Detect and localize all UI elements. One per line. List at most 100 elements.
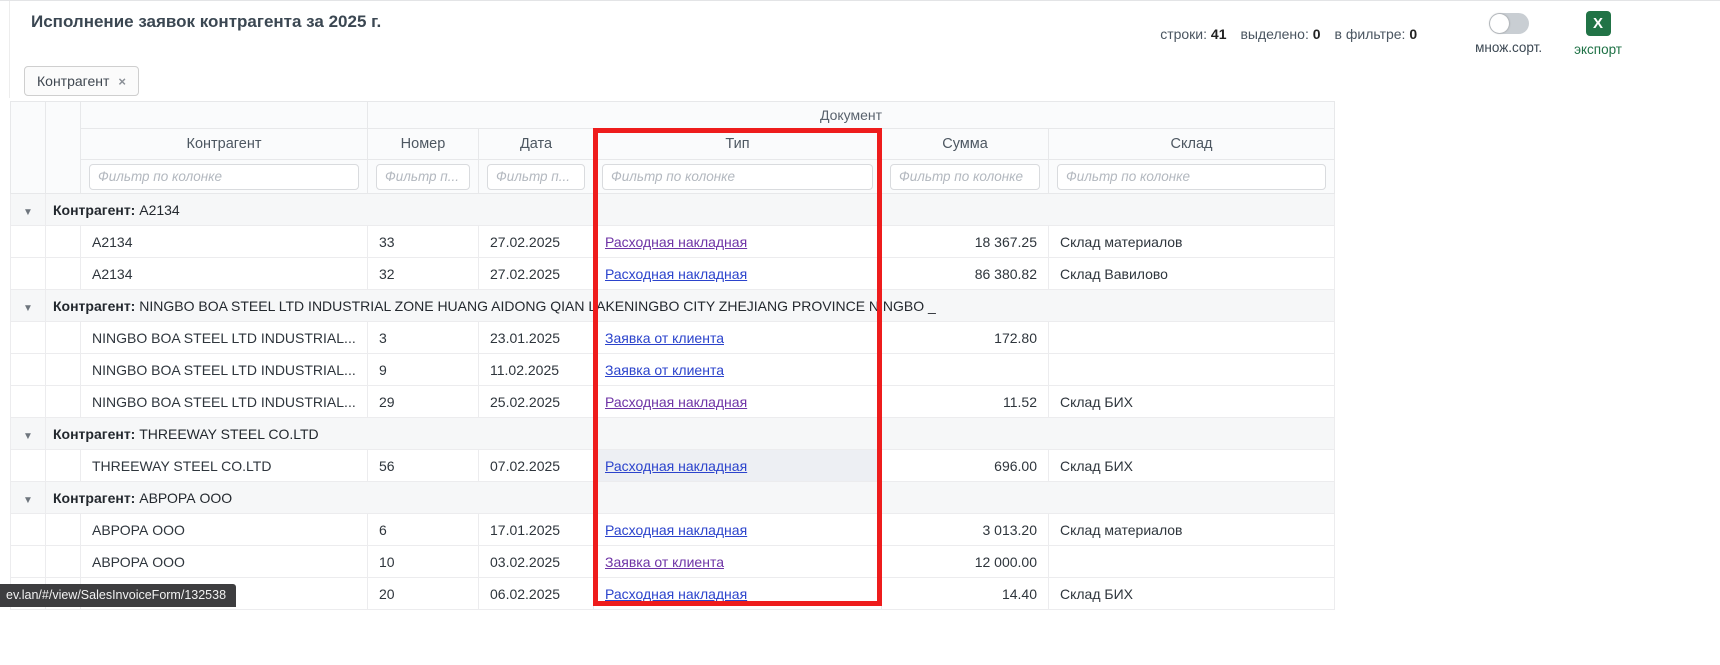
expander-cell [11, 354, 46, 386]
number-cell: 29 [368, 386, 479, 418]
export-control[interactable]: X экспорт [1574, 9, 1622, 57]
amount-cell: 172.80 [882, 322, 1049, 354]
triangle-down-icon: ▼ [23, 207, 33, 218]
expander-cell [11, 258, 46, 290]
select-cell [46, 514, 81, 546]
filter-input-date[interactable] [487, 164, 585, 190]
expander-cell [11, 546, 46, 578]
col-header-type[interactable]: Тип [594, 129, 882, 160]
filter-input-warehouse[interactable] [1057, 164, 1326, 190]
doc-type-link[interactable]: Расходная накладная [605, 234, 747, 250]
expander-cell [11, 226, 46, 258]
chip-close-icon[interactable]: × [118, 74, 126, 89]
col-header-warehouse[interactable]: Склад [1049, 129, 1335, 160]
select-cell [46, 226, 81, 258]
data-grid: Документ Контрагент Номер Дата Тип Сумма… [10, 101, 1334, 610]
expander-cell [11, 386, 46, 418]
amount-cell: 11.52 [882, 386, 1049, 418]
col-header-amount[interactable]: Сумма [882, 129, 1049, 160]
date-cell: 06.02.2025 [479, 578, 594, 610]
group-label: Контрагент: A2134 [46, 194, 1335, 226]
export-button[interactable]: экспорт [1574, 42, 1622, 57]
date-cell: 23.01.2025 [479, 322, 594, 354]
doc-type-cell: Расходная накладная [594, 450, 882, 482]
collapse-group-button[interactable]: ▼ [11, 418, 46, 450]
date-cell: 11.02.2025 [479, 354, 594, 386]
excel-icon[interactable]: X [1586, 11, 1611, 36]
group-label: Контрагент: THREEWAY STEEL CO.LTD [46, 418, 1335, 450]
multi-sort-label: множ.сорт. [1475, 40, 1542, 55]
warehouse-cell: Склад материалов [1049, 514, 1335, 546]
filter-input-amount[interactable] [890, 164, 1040, 190]
doc-type-cell: Заявка от клиента [594, 322, 882, 354]
contractor-cell: NINGBO BOA STEEL LTD INDUSTRIAL... [81, 386, 368, 418]
number-cell: 3 [368, 322, 479, 354]
stat-rows: строки: 41 [1160, 26, 1226, 42]
table-row: A21343227.02.2025Расходная накладная86 3… [11, 258, 1335, 290]
filter-input-type[interactable] [602, 164, 873, 190]
group-label-prefix: Контрагент: [53, 202, 135, 218]
collapse-group-button[interactable]: ▼ [11, 482, 46, 514]
group-label: Контрагент: NINGBO BOA STEEL LTD INDUSTR… [46, 290, 1335, 322]
triangle-down-icon: ▼ [23, 431, 33, 442]
warehouse-cell: Склад Вавилово [1049, 258, 1335, 290]
warehouse-cell [1049, 322, 1335, 354]
date-cell: 27.02.2025 [479, 258, 594, 290]
expander-cell [11, 514, 46, 546]
col-header-number[interactable]: Номер [368, 129, 479, 160]
select-cell [46, 546, 81, 578]
group-row: ▼ Контрагент: A2134 [11, 194, 1335, 226]
number-cell: 6 [368, 514, 479, 546]
select-cell [46, 450, 81, 482]
date-cell: 27.02.2025 [479, 226, 594, 258]
table-row: NINGBO BOA STEEL LTD INDUSTRIAL...2925.0… [11, 386, 1335, 418]
amount-cell: 14.40 [882, 578, 1049, 610]
table-row: THREEWAY STEEL CO.LTD5607.02.2025Расходн… [11, 450, 1335, 482]
stat-filtered: в фильтре: 0 [1335, 26, 1418, 42]
doc-type-cell: Расходная накладная [594, 226, 882, 258]
collapse-group-button[interactable]: ▼ [11, 290, 46, 322]
column-header-row: Контрагент Номер Дата Тип Сумма Склад [11, 129, 1335, 160]
report-page: Исполнение заявок контрагента за 2025 г.… [0, 0, 1720, 665]
doc-type-link[interactable]: Расходная накладная [605, 394, 747, 410]
select-cell [46, 386, 81, 418]
select-cell [46, 322, 81, 354]
contractor-cell: A2134 [81, 226, 368, 258]
contractor-cell: NINGBO BOA STEEL LTD INDUSTRIAL... [81, 322, 368, 354]
select-cell [46, 354, 81, 386]
filter-input-number[interactable] [376, 164, 470, 190]
table-row: АВРОРА ООО617.01.2025Расходная накладная… [11, 514, 1335, 546]
group-row: ▼ Контрагент: THREEWAY STEEL CO.LTD [11, 418, 1335, 450]
multi-sort-toggle[interactable] [1489, 13, 1529, 34]
filter-chip-contractor[interactable]: Контрагент × [24, 66, 139, 96]
toggle-knob-icon [1490, 14, 1509, 33]
doc-type-link[interactable]: Расходная накладная [605, 522, 747, 538]
group-header-row: Документ [11, 102, 1335, 129]
filter-input-contractor[interactable] [89, 164, 359, 190]
group-row: ▼Контрагент: АВРОРА ООО [11, 482, 1335, 514]
collapse-group-button[interactable]: ▼ [11, 194, 46, 226]
col-header-contractor[interactable]: Контрагент [81, 129, 368, 160]
stat-rows-value: 41 [1211, 26, 1227, 42]
table-row: A21343327.02.2025Расходная накладная18 3… [11, 226, 1335, 258]
table-row: NINGBO BOA STEEL LTD INDUSTRIAL...323.01… [11, 322, 1335, 354]
table-row: АВРОРА ООО1003.02.2025Заявка от клиента1… [11, 546, 1335, 578]
doc-type-link[interactable]: Заявка от клиента [605, 362, 724, 378]
expander-cell [11, 322, 46, 354]
doc-type-link[interactable]: Расходная накладная [605, 586, 747, 602]
number-cell: 9 [368, 354, 479, 386]
contractor-cell: АВРОРА ООО [81, 514, 368, 546]
date-cell: 25.02.2025 [479, 386, 594, 418]
doc-type-cell: Расходная накладная [594, 386, 882, 418]
number-cell: 56 [368, 450, 479, 482]
doc-type-link[interactable]: Расходная накладная [605, 458, 747, 474]
doc-type-cell: Расходная накладная [594, 258, 882, 290]
warehouse-cell: Склад материалов [1049, 226, 1335, 258]
col-header-date[interactable]: Дата [479, 129, 594, 160]
filter-row [11, 160, 1335, 194]
doc-type-link[interactable]: Заявка от клиента [605, 554, 724, 570]
doc-type-link[interactable]: Расходная накладная [605, 266, 747, 282]
doc-type-link[interactable]: Заявка от клиента [605, 330, 724, 346]
triangle-down-icon: ▼ [23, 303, 33, 314]
group-row: ▼ Контрагент: NINGBO BOA STEEL LTD INDUST… [11, 290, 1335, 322]
